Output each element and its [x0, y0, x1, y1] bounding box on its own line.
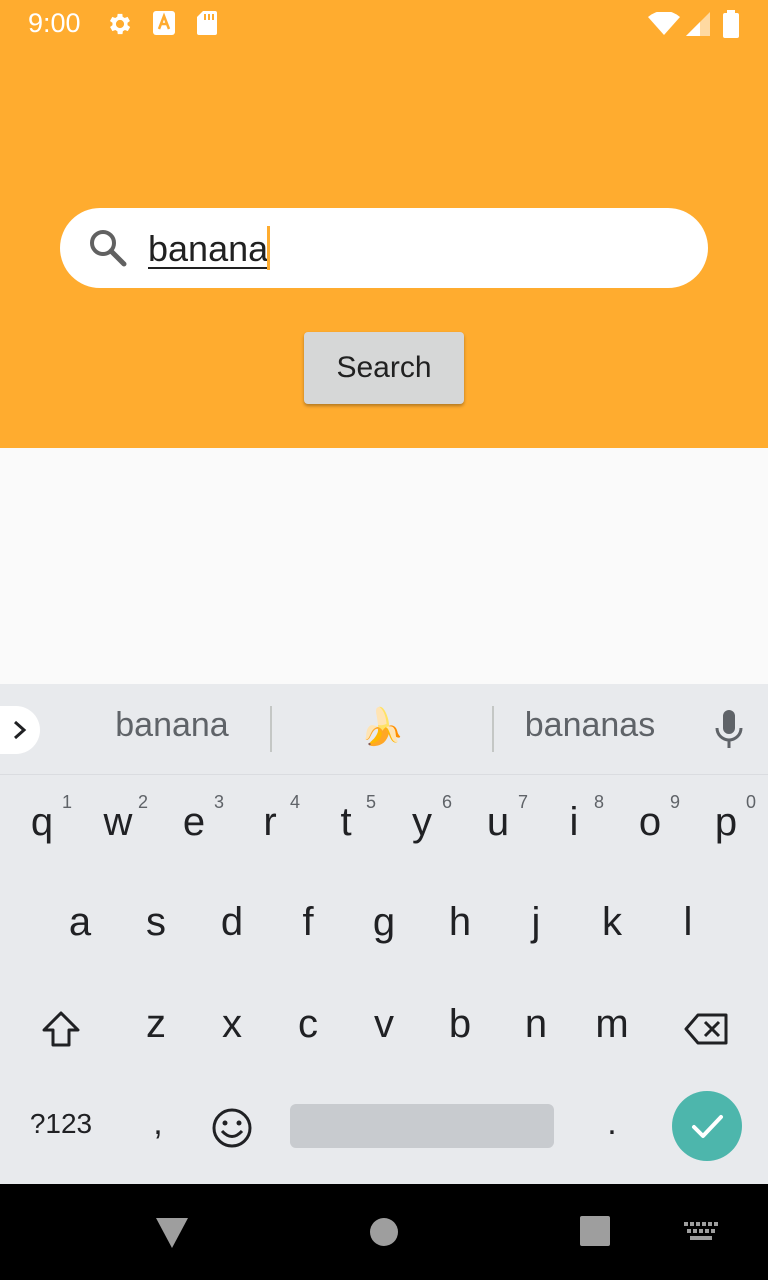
key-x[interactable]: x: [194, 1002, 270, 1047]
sd-card-icon: [197, 11, 217, 35]
status-bar: 9:00: [0, 0, 768, 48]
search-header: banana Search: [0, 48, 768, 448]
text-caret: [267, 226, 270, 270]
suggestion-divider: [492, 706, 494, 752]
key-j[interactable]: j: [498, 900, 574, 945]
key-hint: 1: [62, 792, 73, 812]
keyboard-switch-icon[interactable]: [684, 1222, 718, 1242]
key-d[interactable]: d: [194, 900, 270, 945]
key-hint: 5: [366, 792, 377, 812]
suggestion-divider: [270, 706, 272, 752]
space-bar[interactable]: [290, 1104, 554, 1148]
key-hint: 3: [214, 792, 225, 812]
key-s[interactable]: s: [118, 900, 194, 945]
key-hint: 0: [746, 792, 757, 812]
soft-keyboard: banana 🍌 bananas q1w2e3r4t5y6u7i8o9p0 as…: [0, 684, 768, 1184]
recents-icon[interactable]: [580, 1216, 610, 1246]
search-button[interactable]: Search: [304, 332, 464, 404]
key-f[interactable]: f: [270, 900, 346, 945]
microphone-icon[interactable]: [712, 708, 746, 752]
chevron-right-icon: [14, 720, 27, 740]
key-a[interactable]: a: [42, 900, 118, 945]
key-h[interactable]: h: [422, 900, 498, 945]
period-key[interactable]: .: [592, 1104, 632, 1143]
key-hint: 9: [670, 792, 681, 812]
suggestion-emoji[interactable]: 🍌: [302, 706, 462, 748]
checkmark-icon: [692, 1115, 723, 1138]
suggestion-bar: banana 🍌 bananas: [0, 684, 768, 775]
key-hint: 2: [138, 792, 149, 812]
settings-icon: [109, 13, 131, 35]
key-g[interactable]: g: [346, 900, 422, 945]
key-hint: 4: [290, 792, 301, 812]
battery-icon: [723, 10, 739, 38]
key-hint: 8: [594, 792, 605, 812]
home-icon[interactable]: [368, 1216, 400, 1248]
key-n[interactable]: n: [498, 1002, 574, 1047]
suggestion-left[interactable]: banana: [92, 706, 252, 745]
back-icon[interactable]: [154, 1214, 190, 1250]
navigation-bar: [0, 1184, 768, 1280]
symbols-key[interactable]: ?123: [20, 1108, 102, 1140]
key-hint: 7: [518, 792, 529, 812]
search-icon: [90, 230, 127, 267]
shift-key[interactable]: [40, 1010, 82, 1048]
key-v[interactable]: v: [346, 1002, 422, 1047]
suggestion-right[interactable]: bananas: [510, 706, 670, 745]
status-time: 9:00: [28, 8, 81, 38]
key-c[interactable]: c: [270, 1002, 346, 1047]
comma-key[interactable]: ,: [138, 1104, 178, 1143]
key-k[interactable]: k: [574, 900, 650, 945]
expand-toolbar-button[interactable]: [0, 706, 40, 754]
backspace-key[interactable]: [684, 1012, 730, 1046]
wifi-icon: [648, 12, 680, 35]
results-area: [0, 448, 768, 684]
key-b[interactable]: b: [422, 1002, 498, 1047]
search-text: banana: [148, 228, 268, 270]
search-input[interactable]: banana: [60, 208, 708, 288]
key-m[interactable]: m: [574, 1002, 650, 1047]
done-key[interactable]: [672, 1091, 742, 1161]
signal-icon: [686, 12, 710, 36]
key-l[interactable]: l: [650, 900, 726, 945]
key-z[interactable]: z: [118, 1002, 194, 1047]
emoji-key-icon[interactable]: [210, 1106, 254, 1150]
font-app-icon: [153, 11, 175, 35]
search-value: banana: [148, 228, 269, 269]
key-hint: 6: [442, 792, 453, 812]
